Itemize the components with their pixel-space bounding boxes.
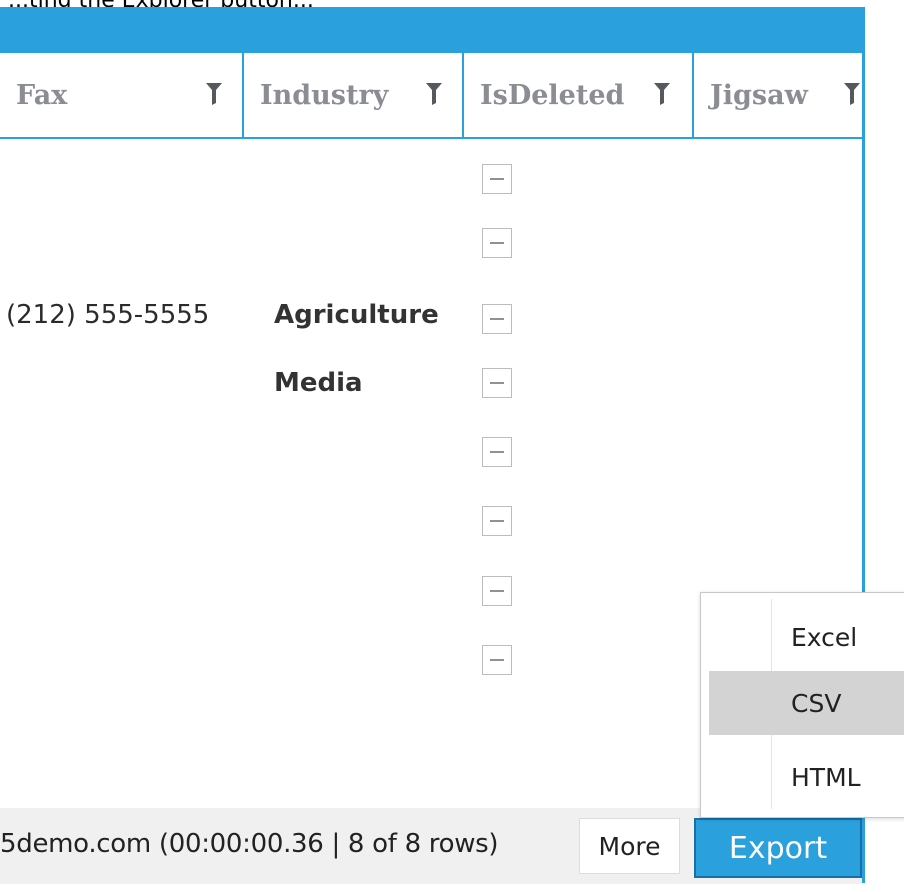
status-text: 5demo.com (00:00:00.36 | 8 of 8 rows) bbox=[0, 829, 499, 859]
menu-item-excel[interactable]: Excel bbox=[709, 605, 904, 669]
isdeleted-checkbox[interactable] bbox=[482, 437, 512, 467]
fax-cell: (212) 555-5555 bbox=[6, 300, 210, 330]
status-bar: 5demo.com (00:00:00.36 | 8 of 8 rows) Mo… bbox=[0, 808, 862, 884]
isdeleted-checkbox[interactable] bbox=[482, 645, 512, 675]
column-header-label: Jigsaw bbox=[710, 79, 808, 111]
menu-item-csv[interactable]: CSV bbox=[709, 671, 904, 735]
grid-title-bar bbox=[0, 7, 862, 53]
isdeleted-checkbox[interactable] bbox=[482, 368, 512, 398]
query-results-window: ...ting the Explorer button... Fax Indus… bbox=[0, 0, 904, 892]
column-header-jigsaw[interactable]: Jigsaw bbox=[694, 53, 862, 137]
column-header-industry[interactable]: Industry bbox=[244, 53, 464, 137]
more-button[interactable]: More bbox=[579, 818, 680, 874]
export-button[interactable]: Export bbox=[694, 818, 862, 878]
industry-cell: Media bbox=[274, 368, 363, 398]
column-header-label: Industry bbox=[260, 79, 389, 111]
export-menu: Excel CSV HTML bbox=[700, 592, 904, 818]
isdeleted-checkbox[interactable] bbox=[482, 576, 512, 606]
isdeleted-checkbox[interactable] bbox=[482, 506, 512, 536]
menu-item-html[interactable]: HTML bbox=[709, 745, 904, 809]
isdeleted-checkbox[interactable] bbox=[482, 304, 512, 334]
grid-header-row: Fax Industry IsDeleted Jigsaw bbox=[0, 53, 862, 139]
column-header-isdeleted[interactable]: IsDeleted bbox=[464, 53, 694, 137]
column-header-label: IsDeleted bbox=[480, 79, 625, 111]
isdeleted-checkbox[interactable] bbox=[482, 164, 512, 194]
menu-item-label: HTML bbox=[791, 762, 861, 792]
industry-cell: Agriculture bbox=[274, 300, 439, 330]
menu-item-label: Excel bbox=[791, 622, 858, 652]
isdeleted-checkbox[interactable] bbox=[482, 228, 512, 258]
menu-item-label: CSV bbox=[791, 688, 842, 718]
column-header-fax[interactable]: Fax bbox=[0, 53, 244, 137]
column-header-label: Fax bbox=[16, 79, 68, 111]
